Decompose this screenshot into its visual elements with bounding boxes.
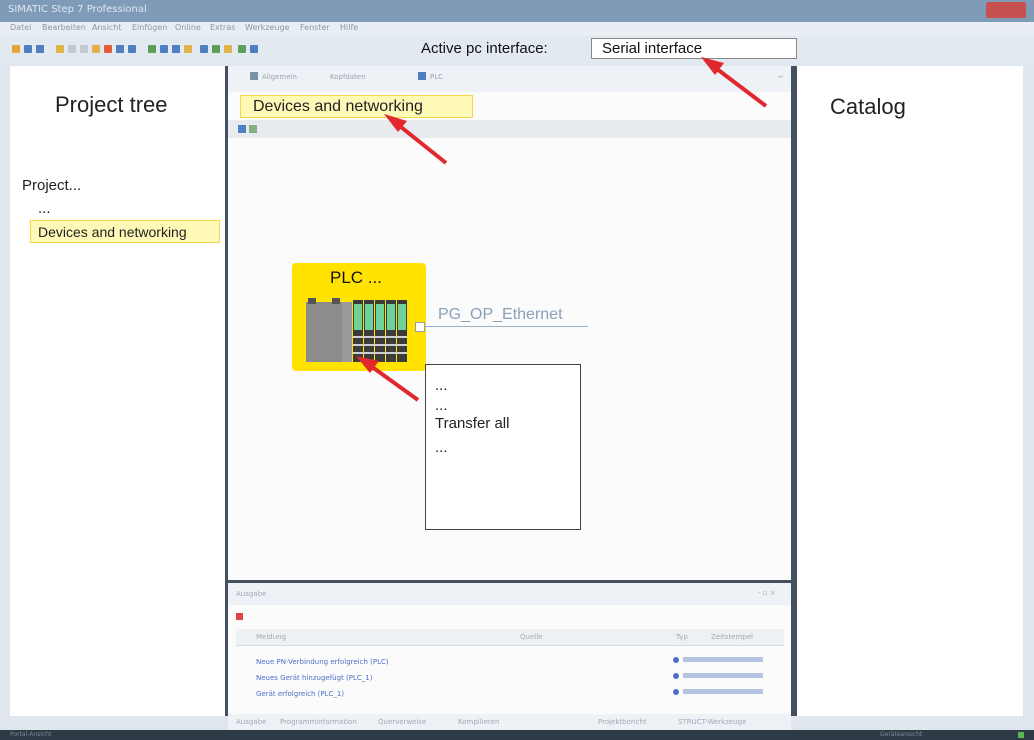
context-menu-item[interactable]: ... xyxy=(435,439,448,456)
topology-view-icon[interactable] xyxy=(238,125,246,133)
tab-header[interactable]: Kopfdaten xyxy=(330,73,366,81)
ethernet-port[interactable] xyxy=(415,322,425,332)
output-header: Ausgabe - ▫ × xyxy=(228,583,791,605)
output-tab[interactable]: Projektbericht xyxy=(598,718,647,726)
clear-output-icon[interactable] xyxy=(236,613,243,620)
context-menu-item[interactable]: ... xyxy=(435,377,448,394)
redo-icon[interactable] xyxy=(128,45,136,53)
accessible-devices-icon[interactable] xyxy=(224,45,232,53)
output-tab[interactable]: Querverweise xyxy=(378,718,426,726)
undo-icon[interactable] xyxy=(116,45,124,53)
go-online-icon[interactable] xyxy=(200,45,208,53)
close-button[interactable] xyxy=(986,2,1026,18)
output-timestamp xyxy=(683,673,763,678)
context-menu-transfer-all[interactable]: Transfer all xyxy=(435,415,509,432)
cut-icon[interactable] xyxy=(68,45,76,53)
info-icon xyxy=(673,689,679,695)
catalog-title: Catalog xyxy=(830,94,906,119)
project-tree-root[interactable]: Project... xyxy=(22,177,81,194)
save-icon[interactable] xyxy=(36,45,44,53)
menu-item-online[interactable]: Online xyxy=(175,23,201,32)
info-icon xyxy=(673,673,679,679)
output-timestamp xyxy=(683,657,763,662)
output-tab-bar: Ausgabe Programminformation Querverweise… xyxy=(228,714,791,730)
output-row[interactable]: Gerät erfolgreich (PLC_1) xyxy=(256,690,344,698)
menu-item-help[interactable]: Hilfe xyxy=(340,23,358,32)
title-bar: SIMATIC Step 7 Professional xyxy=(0,0,1034,22)
open-icon[interactable] xyxy=(24,45,32,53)
tab-general[interactable]: Allgemein xyxy=(262,73,297,81)
compile-icon[interactable] xyxy=(148,45,156,53)
new-project-icon[interactable] xyxy=(12,45,20,53)
start-cpu-icon[interactable] xyxy=(238,45,246,53)
output-title: Ausgabe xyxy=(236,590,267,598)
go-offline-icon[interactable] xyxy=(212,45,220,53)
output-window-controls[interactable]: - ▫ × xyxy=(758,589,776,597)
menu-item-view[interactable]: Ansicht xyxy=(92,23,122,32)
info-icon xyxy=(673,657,679,663)
output-timestamp xyxy=(683,689,763,694)
output-column-header: Meldung Quelle Typ Zeitstempel xyxy=(236,629,784,646)
tree-item-devices-and-networking[interactable]: Devices and networking xyxy=(30,220,220,243)
plc-rack-icon xyxy=(306,298,407,362)
menu-item-file[interactable]: Datei xyxy=(10,23,31,32)
upload-icon[interactable] xyxy=(172,45,180,53)
output-tab[interactable]: Ausgabe xyxy=(236,718,266,726)
home-icon[interactable] xyxy=(250,72,258,80)
editor-sub-toolbar xyxy=(228,120,791,138)
window-title: SIMATIC Step 7 Professional xyxy=(8,4,147,15)
menu-bar: Datei Bearbeiten Ansicht Einfügen Online… xyxy=(0,22,1034,36)
ethernet-line xyxy=(425,326,588,327)
editor-tab-bar: Allgemein Kopfdaten PLC – xyxy=(228,66,791,92)
output-tab[interactable]: Kompilieren xyxy=(458,718,499,726)
menu-item-tools[interactable]: Werkzeuge xyxy=(245,23,289,32)
status-message: Geräteansicht xyxy=(880,731,923,738)
output-row[interactable]: Neues Gerät hinzugefügt (PLC_1) xyxy=(256,674,372,682)
tab-plc[interactable]: PLC xyxy=(430,73,443,81)
context-menu-item[interactable]: ... xyxy=(435,397,448,414)
active-interface-select[interactable]: Serial interface xyxy=(591,38,797,59)
menu-item-insert[interactable]: Einfügen xyxy=(132,23,167,32)
simulation-icon[interactable] xyxy=(184,45,192,53)
network-view-icon[interactable] xyxy=(249,125,257,133)
column-timestamp[interactable]: Zeitstempel xyxy=(711,633,753,641)
menu-item-window[interactable]: Fenster xyxy=(300,23,330,32)
network-label[interactable]: PG_OP_Ethernet xyxy=(438,306,563,324)
portal-view-link[interactable]: Portal-Ansicht xyxy=(10,731,51,738)
output-tab[interactable]: STRUCT-Werkzeuge xyxy=(678,718,746,726)
column-type[interactable]: Typ xyxy=(676,633,688,641)
project-tree-title: Project tree xyxy=(55,92,168,117)
view-title-devices-and-networking[interactable]: Devices and networking xyxy=(240,95,473,118)
device-icon xyxy=(418,72,426,80)
copy-icon[interactable] xyxy=(80,45,88,53)
stop-cpu-icon[interactable] xyxy=(250,45,258,53)
plc-device-label: PLC ... xyxy=(330,268,382,287)
output-row[interactable]: Neue PN-Verbindung erfolgreich (PLC) xyxy=(256,658,389,666)
paste-icon[interactable] xyxy=(92,45,100,53)
project-tree-ellipsis[interactable]: ... xyxy=(38,200,51,217)
print-icon[interactable] xyxy=(56,45,64,53)
status-bar: Portal-Ansicht Geräteansicht xyxy=(0,730,1034,740)
column-source[interactable]: Quelle xyxy=(520,633,542,641)
status-ok-icon xyxy=(1018,732,1024,738)
output-tab[interactable]: Programminformation xyxy=(280,718,357,726)
delete-icon[interactable] xyxy=(104,45,112,53)
menu-item-edit[interactable]: Bearbeiten xyxy=(42,23,86,32)
column-message[interactable]: Meldung xyxy=(256,633,286,641)
active-interface-label: Active pc interface: xyxy=(421,40,548,57)
menu-item-extras[interactable]: Extras xyxy=(210,23,235,32)
catalog-panel xyxy=(797,66,1023,716)
minimize-icon[interactable]: – xyxy=(778,71,783,81)
download-icon[interactable] xyxy=(160,45,168,53)
project-tree-panel xyxy=(10,66,225,716)
context-menu: ... ... Transfer all ... xyxy=(425,364,581,530)
